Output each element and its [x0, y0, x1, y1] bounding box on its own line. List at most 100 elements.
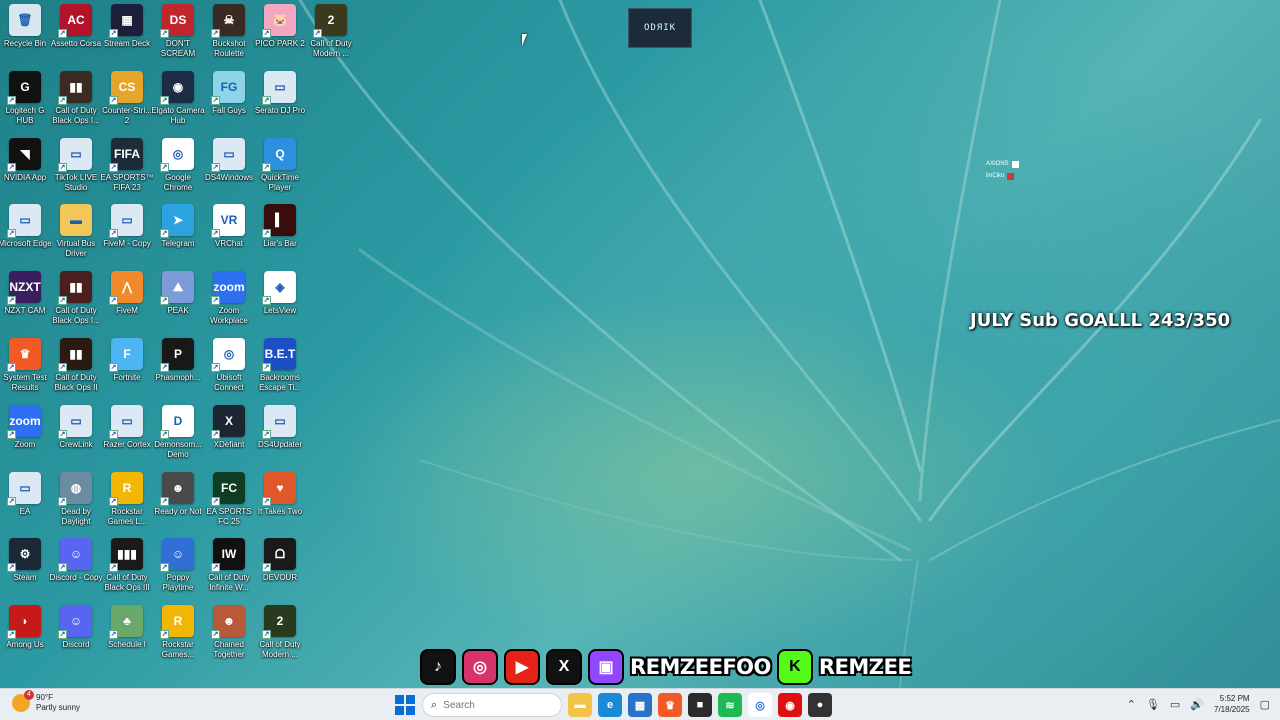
- desktop-icon[interactable]: Q ↗ QuickTime Player: [255, 137, 305, 200]
- desktop-icon[interactable]: ◈ ↗ LetsView: [255, 271, 305, 333]
- desktop-icon[interactable]: ☻ ↗ Chained Together: [204, 605, 254, 667]
- desktop-icon[interactable]: ▭ ↗ CrewLink: [51, 404, 101, 467]
- desktop-icon[interactable]: ▭ ↗ Serato DJ Pro: [255, 70, 305, 133]
- shortcut-arrow-icon: ↗: [109, 95, 118, 105]
- assetto-corsa-icon: AC ↗: [58, 4, 92, 38]
- icon-glyph: VR: [220, 213, 238, 228]
- desktop-icon[interactable]: 🐷 ↗ PICO PARK 2: [255, 4, 305, 66]
- spotify-icon[interactable]: ≋: [718, 693, 742, 717]
- desktop-icon[interactable]: X ↗ XDefiant: [204, 404, 254, 467]
- notification-icon[interactable]: ▢: [1260, 698, 1270, 711]
- desktop-icon[interactable]: ▭ ↗ TikTok LIVE Studio: [51, 137, 101, 200]
- volume-icon[interactable]: 🔊: [1190, 698, 1204, 711]
- file-explorer-icon[interactable]: ▬: [568, 693, 592, 717]
- shortcut-arrow-icon: ↗: [160, 162, 169, 172]
- icon-glyph: IW: [221, 547, 237, 562]
- discord-icon: ☺ ↗: [58, 538, 92, 573]
- start-button[interactable]: [394, 694, 416, 716]
- weather-widget[interactable]: 4 90°F Partly sunny: [12, 690, 80, 713]
- icon-glyph: R: [173, 614, 183, 629]
- desktop-icon[interactable]: ♣ ↗ Schedule I: [102, 605, 152, 667]
- desktop-icon[interactable]: DS ↗ DON'T SCREAM: [153, 4, 203, 66]
- desktop-icon[interactable]: ◗ ↗ Among Us: [0, 605, 50, 667]
- desktop-icon[interactable]: ♛ ↗ System Test Results: [0, 338, 50, 400]
- desktop-icon[interactable]: ▭ ↗ Microsoft Edge: [0, 204, 52, 266]
- shortcut-arrow-icon: ↗: [7, 496, 16, 506]
- shortcut-arrow-icon: ↗: [211, 630, 220, 640]
- brave-icon[interactable]: ♛: [658, 693, 682, 717]
- icon-glyph: ▬: [70, 213, 82, 228]
- desktop-icon[interactable]: FIFA ↗ EA SPORTS™ FIFA 23: [100, 137, 154, 200]
- desktop-icon[interactable]: ▍ ↗ Liar's Bar: [255, 204, 305, 266]
- desktop-icon[interactable]: ᗝ ↗ DEVOUR: [255, 538, 305, 600]
- desktop-icon[interactable]: D ↗ Demonsom... Demo: [153, 404, 203, 467]
- desktop-icon[interactable]: ☺ ↗ Poppy Playtime: [153, 538, 203, 600]
- icon-glyph: ◎: [223, 347, 235, 361]
- desktop-icon[interactable]: B.E.T ↗ Backrooms Escape Ti...: [255, 338, 305, 400]
- desktop-icon[interactable]: FG ↗ Fall Guys: [204, 70, 254, 133]
- desktop-icon[interactable]: ☻ ↗ Ready or Not: [153, 471, 203, 534]
- desktop-icon[interactable]: ▮▮ ↗ Call of Duty Black Ops II: [51, 338, 101, 400]
- shortcut-arrow-icon: ↗: [211, 229, 220, 239]
- desktop-icon[interactable]: ☺ ↗ Discord - Copy: [50, 538, 102, 600]
- search-icon: ⌕: [431, 698, 438, 711]
- desktop-icon[interactable]: ☺ ↗ Discord: [51, 605, 101, 667]
- desktop-icon[interactable]: G ↗ Logitech G HUB: [0, 70, 50, 133]
- desktop-icon[interactable]: FC ↗ EA SPORTS FC 25: [204, 471, 254, 534]
- desktop-icon[interactable]: ◉ ↗ Elgato Camera Hub: [151, 70, 205, 133]
- desktop-icon[interactable]: ▭ ↗ Razer Cortex: [102, 404, 152, 467]
- search-input[interactable]: [443, 699, 534, 711]
- desktop-icon[interactable]: ◎ ↗ Google Chrome: [153, 137, 203, 200]
- microphone-icon[interactable]: 🎙: [1146, 698, 1160, 711]
- clock[interactable]: 5:52 PM 7/18/2025: [1214, 693, 1250, 715]
- desktop-icon[interactable]: 2 ↗ Call of Duty Modern ...: [255, 605, 305, 667]
- desktop-icon[interactable]: ▮▮ ↗ Call of Duty Black Ops I...: [51, 271, 101, 333]
- recording-icon[interactable]: ●: [808, 693, 832, 717]
- icon-glyph: ▦: [121, 13, 133, 27]
- desktop-icon[interactable]: ▦ ↗ Stream Deck: [102, 4, 152, 66]
- shortcut-arrow-icon: ↗: [7, 563, 16, 573]
- desktop-icon[interactable]: ⋀ ↗ FiveM: [102, 271, 152, 333]
- edge-icon[interactable]: e: [598, 693, 622, 717]
- store-icon[interactable]: ▦: [628, 693, 652, 717]
- desktop-icon[interactable]: ▭ ↗ DS4Updater: [255, 404, 305, 467]
- desktop-icon[interactable]: AC ↗ Assetto Corsa: [51, 4, 101, 66]
- app-icon[interactable]: ■: [688, 693, 712, 717]
- peak-icon: ⛰ ↗: [160, 271, 194, 306]
- desktop-icon-label: Ubisoft Connect: [214, 373, 244, 392]
- desktop-icon[interactable]: ◎ ↗ Ubisoft Connect: [204, 338, 254, 400]
- desktop-icon[interactable]: ▮▮ ↗ Call of Duty Black Ops I...: [51, 70, 101, 133]
- desktop-icon[interactable]: ♥ ↗ It Takes Two: [255, 471, 305, 534]
- taskbar-search[interactable]: ⌕: [422, 693, 562, 717]
- chevron-up-icon[interactable]: ⌃: [1127, 698, 1136, 711]
- desktop-icon-label: EA SPORTS FC 25: [206, 506, 252, 526]
- desktop-icon[interactable]: 2 ↗ Call of Duty Modern ...: [306, 4, 356, 66]
- desktop-icon[interactable]: zoom ↗ Zoom Workplace: [204, 271, 254, 333]
- desktop-icon[interactable]: ◥ ↗ NVIDIA App: [0, 137, 50, 200]
- desktop-icon[interactable]: F ↗ Fortnite: [102, 338, 152, 400]
- desktop-icon[interactable]: ⛰ ↗ PEAK: [153, 271, 203, 333]
- desktop-icon[interactable]: zoom ↗ Zoom: [0, 404, 50, 467]
- desktop-icon[interactable]: ▭ ↗ FiveM - Copy: [102, 204, 152, 266]
- icon-glyph: ☻: [171, 480, 185, 495]
- desktop-icon[interactable]: R ↗ Rockstar Games...: [153, 605, 203, 667]
- razer-icon[interactable]: ◉: [778, 693, 802, 717]
- desktop-icon[interactable]: R ↗ Rockstar Games L...: [102, 471, 152, 534]
- desktop-icon[interactable]: VR ↗ VRChat: [204, 204, 254, 266]
- desktop-icon[interactable]: 🗑 Recycle Bin: [0, 4, 50, 66]
- chrome-icon[interactable]: ◎: [748, 693, 772, 717]
- desktop-icon[interactable]: ▭ ↗ DS4Windows: [204, 137, 254, 200]
- desktop-icon[interactable]: ▬ Virtual Bus Driver: [51, 204, 101, 266]
- desktop-icon[interactable]: ◍ ↗ Dead by Daylight: [51, 471, 101, 534]
- icon-glyph: ᗝ: [275, 547, 285, 562]
- desktop-icon[interactable]: ⚙ ↗ Steam: [0, 538, 50, 600]
- desktop-icon[interactable]: ▭ ↗ EA: [0, 471, 50, 534]
- desktop-icon[interactable]: NZXT ↗ NZXT CAM: [0, 271, 50, 333]
- desktop-icon[interactable]: ☠ ↗ Buckshot Roulette: [204, 4, 254, 66]
- network-icon[interactable]: ▭: [1170, 698, 1180, 711]
- desktop-icon[interactable]: IW ↗ Call of Duty Infinite W...: [204, 538, 254, 600]
- desktop-icon[interactable]: P ↗ Phasmoph...: [153, 338, 203, 400]
- desktop-icon[interactable]: ▮▮▮ ↗ Call of Duty Black Ops III: [102, 538, 152, 600]
- desktop-icon[interactable]: CS ↗ Counter-Stri... 2: [102, 70, 152, 133]
- desktop-icon[interactable]: ➤ ↗ Telegram: [153, 204, 203, 266]
